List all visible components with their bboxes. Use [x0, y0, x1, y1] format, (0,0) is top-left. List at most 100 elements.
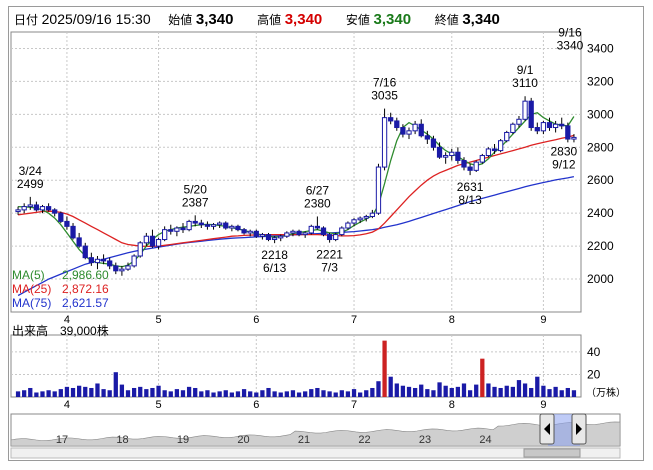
navigator-tick-label: 19 [177, 434, 189, 446]
navigator-tick-label: 22 [358, 434, 370, 446]
navigator-tick-label: 21 [298, 434, 310, 446]
candle-body [137, 242, 143, 257]
annotation-date: 7/16 [373, 76, 397, 90]
candle-body [510, 123, 516, 133]
volume-bar [193, 387, 198, 397]
candle-body [64, 220, 70, 227]
volume-bar [64, 386, 70, 397]
candle-body [125, 265, 131, 270]
ma75-label: MA(75) [12, 296, 52, 310]
candle-body [314, 225, 321, 229]
candle-body [388, 117, 394, 122]
volume-bar [516, 380, 522, 397]
volume-x-month-label: 9 [540, 399, 546, 411]
volume-bar [199, 391, 204, 397]
price-tick-label: 3200 [587, 74, 614, 88]
volume-x-month-label: 5 [155, 399, 161, 411]
candle-body [498, 140, 504, 152]
volume-bar [284, 391, 289, 397]
volume-bar [419, 384, 424, 397]
candle-body [546, 122, 553, 129]
volume-bar [83, 386, 88, 397]
candle-body [351, 219, 357, 224]
volume-bar [382, 340, 387, 397]
candle-body [345, 222, 351, 229]
volume-bar [553, 386, 558, 397]
volume-bar [486, 383, 491, 397]
annotation-date: 5/20 [184, 182, 208, 196]
candle-body [27, 204, 33, 208]
candle-body [186, 220, 192, 231]
candle-body [33, 204, 40, 211]
candle-body [278, 235, 284, 239]
volume-bar [77, 385, 82, 397]
volume-bar [70, 387, 76, 397]
volume-bar [547, 389, 552, 397]
navigator-tick-label: 18 [116, 434, 128, 446]
candle-body [424, 135, 430, 140]
price-x-month-label: 5 [155, 314, 161, 326]
volume-bar [529, 387, 534, 397]
candle-body [100, 258, 107, 262]
volume-x-month-label: 4 [64, 399, 70, 411]
volume-bar [217, 391, 222, 397]
volume-bar [315, 387, 320, 397]
candle-body [326, 234, 333, 241]
price-tick-label: 2000 [587, 272, 614, 286]
navigator-scroll-thumb[interactable] [523, 448, 581, 458]
volume-bar [437, 382, 442, 397]
candle-body [528, 100, 534, 129]
volume-bar [303, 391, 308, 397]
ma5-value: 2,986.60 [62, 268, 109, 282]
volume-bar [15, 391, 21, 397]
candle-body [552, 123, 559, 129]
volume-bar [254, 392, 259, 397]
ma5-legend: MA(5) 2,986.60 [12, 268, 109, 282]
candle-body [229, 225, 235, 229]
annotation-value: 3340 [557, 38, 584, 52]
candle-body [412, 123, 418, 132]
candle-body [540, 122, 547, 132]
candle-body [253, 230, 259, 237]
volume-bar [278, 392, 283, 397]
volume-bar [449, 387, 454, 397]
volume-bar [125, 390, 131, 397]
volume-bar [522, 383, 528, 397]
candle-body [467, 166, 473, 171]
volume-tick-label: 40 [587, 345, 601, 359]
volume-bar [22, 390, 27, 397]
volume-bar [266, 387, 271, 397]
annotation-date: 8/13 [458, 193, 482, 207]
candle-body [162, 229, 168, 241]
candle-body [455, 151, 461, 161]
candle-body [113, 265, 119, 272]
volume-bar [309, 389, 314, 397]
candle-body [333, 234, 339, 241]
volume-bar [510, 386, 515, 397]
volume-unit: （万株） [586, 388, 626, 399]
volume-bar [443, 385, 448, 397]
candle-body [375, 166, 382, 214]
price-tick-label: 2800 [587, 140, 614, 154]
price-tick-label: 3400 [587, 41, 614, 55]
volume-bar [119, 384, 125, 397]
volume-bar [290, 390, 296, 397]
candle-body [461, 159, 467, 168]
volume-bar [34, 392, 39, 397]
price-tick-label: 3000 [587, 107, 614, 121]
volume-bar [467, 390, 473, 397]
candle-body [443, 155, 449, 158]
volume-bar [89, 387, 94, 397]
volume-bar [101, 389, 106, 397]
volume-bar [168, 391, 173, 397]
volume-bar [431, 390, 436, 397]
candle-body [308, 225, 314, 234]
price-x-month-label: 6 [253, 314, 259, 326]
candle-body [339, 227, 345, 236]
annotation-value: 2380 [304, 196, 331, 210]
volume-bar [296, 392, 302, 397]
price-tick-label: 2400 [587, 206, 614, 220]
volume-bar [461, 383, 467, 397]
price-chart-svg[interactable]: 200022002400260028003000320034003/242499… [0, 0, 653, 470]
candle-body [290, 230, 296, 234]
